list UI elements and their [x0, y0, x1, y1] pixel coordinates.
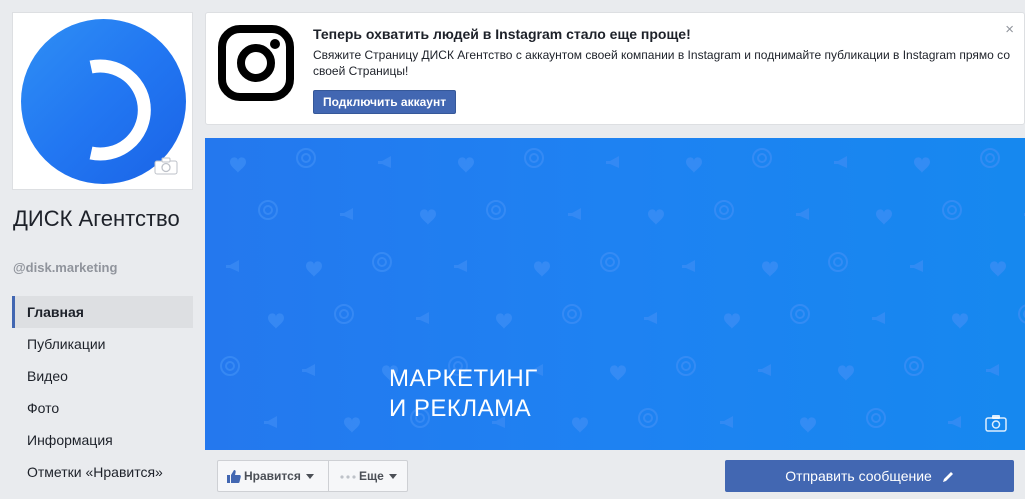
nav-item-videos[interactable]: Видео: [12, 360, 193, 392]
left-column: ДИСК Агентство @disk.marketing Главная П…: [0, 0, 205, 499]
cover-photo[interactable]: МАРКЕТИНГ И РЕКЛАМА: [205, 138, 1025, 450]
nav-item-home[interactable]: Главная: [12, 296, 193, 328]
instagram-card-description: Свяжите Страницу ДИСК Агентство с аккаун…: [313, 48, 1010, 78]
connect-account-button[interactable]: Подключить аккаунт: [313, 90, 457, 114]
close-icon[interactable]: ×: [1005, 21, 1014, 38]
cover-headline-line1: МАРКЕТИНГ: [389, 365, 538, 392]
chevron-down-icon: [305, 474, 314, 480]
send-message-button[interactable]: Отправить сообщение: [725, 460, 1014, 492]
thumbs-up-icon: [227, 470, 241, 483]
page-action-bar: Нравится Еще Отправить сообщение: [205, 450, 1025, 499]
camera-icon[interactable]: [154, 157, 178, 175]
send-message-label: Отправить сообщение: [785, 468, 932, 484]
camera-icon[interactable]: [985, 414, 1007, 432]
like-button-label: Нравится: [244, 469, 301, 483]
instagram-icon: [218, 25, 294, 101]
cover-pattern: [220, 148, 1025, 433]
instagram-connect-card: Теперь охватить людей в Instagram стало …: [205, 12, 1025, 125]
profile-picture-frame[interactable]: [12, 12, 193, 190]
page-title[interactable]: ДИСК Агентство: [13, 206, 193, 231]
nav-item-photos[interactable]: Фото: [12, 392, 193, 424]
instagram-card-title: Теперь охватить людей в Instagram стало …: [313, 26, 691, 42]
more-button[interactable]: Еще: [328, 460, 408, 492]
more-button-label: Еще: [359, 469, 384, 483]
ellipsis-icon: [340, 475, 356, 479]
nav-item-posts[interactable]: Публикации: [12, 328, 193, 360]
like-button[interactable]: Нравится: [217, 460, 329, 492]
nav-item-about[interactable]: Информация: [12, 424, 193, 456]
cover-headline: МАРКЕТИНГ И РЕКЛАМА: [389, 364, 538, 424]
page-navigation: Главная Публикации Видео Фото Информация…: [12, 296, 193, 488]
chevron-down-icon: [388, 474, 397, 480]
page-username[interactable]: @disk.marketing: [13, 260, 117, 275]
nav-item-likes[interactable]: Отметки «Нравится»: [12, 456, 193, 488]
pencil-icon: [942, 472, 953, 483]
cover-headline-line2: И РЕКЛАМА: [389, 395, 532, 422]
